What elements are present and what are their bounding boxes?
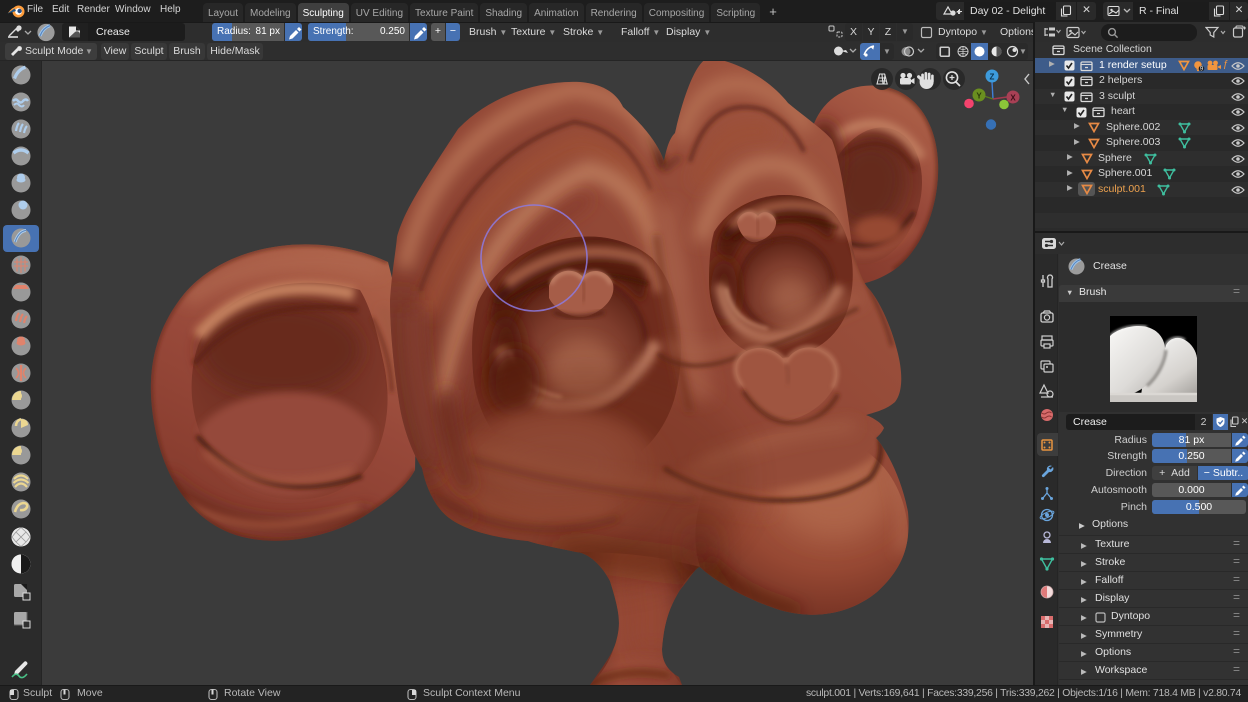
svg-text:Z: Z [990,72,995,81]
svg-text:X: X [1010,93,1016,102]
svg-text:Y: Y [976,91,982,100]
